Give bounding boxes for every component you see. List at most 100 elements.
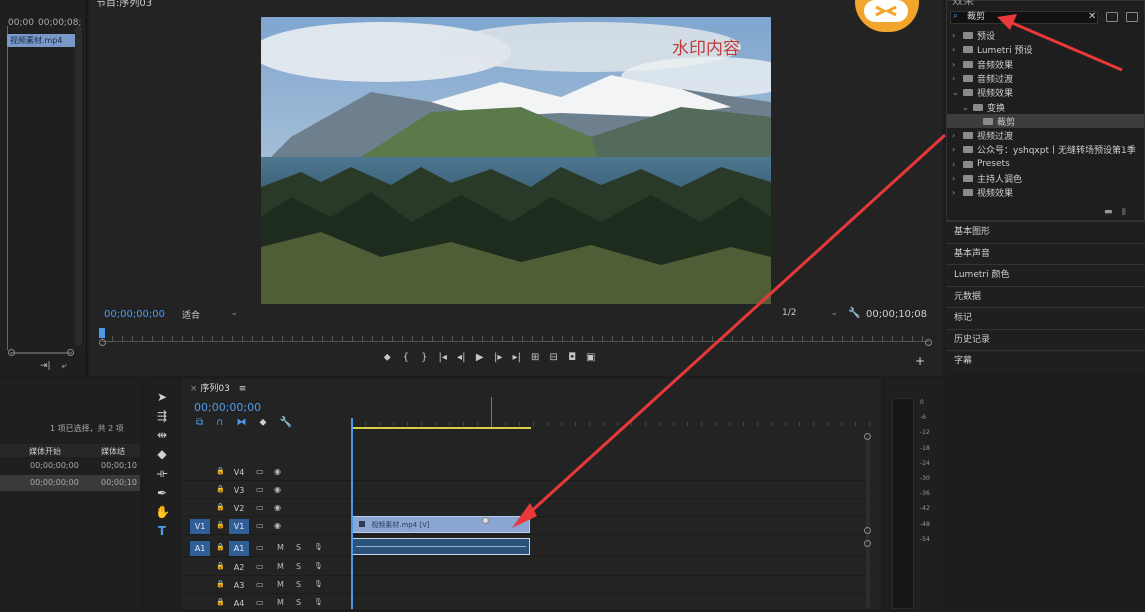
lock-icon[interactable]: 🔒 (216, 521, 225, 529)
program-zoom-handle-right[interactable] (925, 339, 932, 346)
button-editor-add-icon[interactable]: + (915, 354, 925, 368)
bin-row-selected[interactable]: 00;00;00;00 00;00;10 (0, 475, 140, 491)
side-panel-tab[interactable]: 标记 (946, 307, 1145, 328)
close-icon[interactable]: × (190, 384, 200, 394)
source-zoom-bar[interactable] (10, 352, 72, 354)
sync-lock-icon[interactable]: ▭ (256, 521, 264, 530)
timeline-timecode[interactable]: 00;00;00;00 (194, 401, 261, 414)
track-row[interactable] (181, 595, 871, 612)
lock-icon[interactable]: 🔒 (216, 598, 225, 606)
sequence-tab[interactable]: × 序列03 ≡ (190, 381, 246, 394)
chevron-down-icon[interactable]: ⌄ (962, 103, 969, 112)
chevron-right-icon[interactable]: › (952, 45, 959, 54)
lock-icon[interactable]: 🔒 (216, 543, 225, 551)
side-panel-tab[interactable]: 基本图形 (946, 221, 1145, 242)
nest-icon[interactable]: ⧉ (196, 417, 203, 428)
track-source-patch[interactable]: A1 (190, 541, 210, 557)
timeline-playhead[interactable] (351, 418, 353, 609)
out-point-icon[interactable]: } (415, 352, 434, 363)
program-monitor-tab[interactable]: 节目:序列03 (96, 0, 152, 9)
effects-search-input[interactable]: 裁剪 (950, 11, 1098, 24)
microphone-icon[interactable]: 🎙 (314, 543, 323, 551)
settings-wrench-icon[interactable]: 🔧 (848, 308, 860, 319)
accelerated-effects-icon[interactable] (1126, 12, 1138, 22)
chevron-right-icon[interactable]: › (952, 188, 959, 197)
extract-icon[interactable]: ⊟ (545, 352, 564, 363)
chevron-right-icon[interactable]: › (952, 31, 959, 40)
ripple-edit-tool-icon[interactable]: ⇹ (155, 428, 169, 442)
solo-button[interactable]: S (296, 543, 301, 552)
mute-button[interactable]: M (277, 562, 284, 571)
timeline-ruler[interactable] (351, 397, 871, 426)
fit-dropdown[interactable]: 适合 ⌄ (182, 308, 238, 321)
trash-icon[interactable]: ▮ (1121, 207, 1126, 217)
effects-panel-title[interactable]: 效果 (952, 0, 974, 8)
program-zoom-handle-left[interactable] (99, 339, 106, 346)
bin-row[interactable]: 00;00;00;00 00;00;10 (0, 458, 140, 474)
step-forward-icon[interactable]: |▸ (489, 352, 508, 363)
program-current-timecode[interactable]: 00;00;00;00 (104, 309, 165, 320)
in-point-icon[interactable]: { (397, 352, 416, 363)
track-select-tool-icon[interactable]: ⇶ (155, 409, 169, 423)
sync-lock-icon[interactable]: ▭ (256, 580, 264, 589)
chevron-right-icon[interactable]: › (952, 74, 959, 83)
col-media-end[interactable]: 媒体结 (101, 446, 125, 457)
track-name[interactable]: V2 (229, 501, 249, 516)
menu-icon[interactable]: ≡ (239, 384, 247, 394)
source-scrollbar[interactable] (75, 26, 82, 346)
scroll-handle-mid2[interactable] (864, 540, 871, 547)
side-panel-tab[interactable]: 字幕 (946, 350, 1145, 371)
side-panel-tab[interactable]: 基本声音 (946, 242, 1145, 264)
type-tool-icon[interactable]: T (155, 524, 169, 538)
chevron-right-icon[interactable]: › (952, 160, 959, 169)
effects-tree-item[interactable]: ⌄ 变换 (962, 101, 1005, 114)
scroll-handle-mid[interactable] (864, 527, 871, 534)
chevron-right-icon[interactable]: › (952, 60, 959, 69)
sync-lock-icon[interactable]: ▭ (256, 562, 264, 571)
step-back-icon[interactable]: ◂| (452, 352, 471, 363)
effects-tree-item[interactable]: 裁剪 (972, 115, 1015, 128)
effects-tree-item[interactable]: ⌄ 视频效果 (952, 86, 1013, 99)
track-name[interactable]: V3 (229, 483, 249, 498)
eye-icon[interactable]: ◉ (274, 485, 281, 494)
clear-search-icon[interactable]: ✕ (1088, 11, 1096, 22)
effects-tree-item[interactable]: › 视频效果 (952, 186, 1013, 199)
add-marker-icon[interactable]: ⬥ (259, 417, 266, 428)
work-area-bar[interactable] (351, 427, 531, 429)
go-to-out-icon[interactable]: ▸| (508, 352, 527, 363)
track-row[interactable] (181, 464, 871, 481)
source-clip[interactable]: 视频素材.mp4 (7, 34, 75, 47)
effects-tree-item[interactable]: › Lumetri 预设 (952, 43, 1032, 56)
sync-lock-icon[interactable]: ▭ (256, 467, 264, 476)
track-name[interactable]: V4 (229, 465, 249, 480)
sync-lock-icon[interactable]: ▭ (256, 543, 264, 552)
microphone-icon[interactable]: 🎙 (314, 580, 323, 588)
solo-button[interactable]: S (296, 598, 301, 607)
marker-icon[interactable]: ⬥ (378, 352, 397, 363)
eye-icon[interactable]: ◉ (274, 467, 281, 476)
video-clip[interactable]: 视频素材.mp4 [V] (352, 516, 530, 533)
effects-tree-item[interactable]: › 视频过渡 (952, 129, 1013, 142)
track-name[interactable]: A3 (229, 578, 249, 593)
effects-tree-item[interactable]: › 音频过渡 (952, 72, 1013, 85)
sync-lock-icon[interactable]: ▭ (256, 598, 264, 607)
solo-button[interactable]: S (296, 580, 301, 589)
play-icon[interactable]: ▶ (471, 352, 490, 363)
insert-icon[interactable]: ⇥| (40, 361, 51, 371)
track-row[interactable] (181, 559, 871, 576)
resolution-dropdown[interactable]: 1/2 ⌄ (782, 308, 838, 321)
scroll-handle-top[interactable] (864, 433, 871, 440)
effects-tree-item[interactable]: › 预设 (952, 29, 995, 42)
comparison-icon[interactable]: ▣ (582, 352, 601, 363)
lock-icon[interactable]: 🔒 (216, 580, 225, 588)
chevron-down-icon[interactable]: ⌄ (952, 88, 959, 97)
chevron-right-icon[interactable]: › (952, 145, 959, 154)
lock-icon[interactable]: 🔒 (216, 485, 225, 493)
microphone-icon[interactable]: 🎙 (314, 562, 323, 570)
mute-button[interactable]: M (277, 580, 284, 589)
track-row[interactable] (181, 577, 871, 594)
track-name[interactable]: V1 (229, 519, 249, 535)
track-row[interactable] (181, 482, 871, 500)
lock-icon[interactable]: 🔒 (216, 503, 225, 511)
pen-tool-icon[interactable]: ✒ (155, 486, 169, 500)
